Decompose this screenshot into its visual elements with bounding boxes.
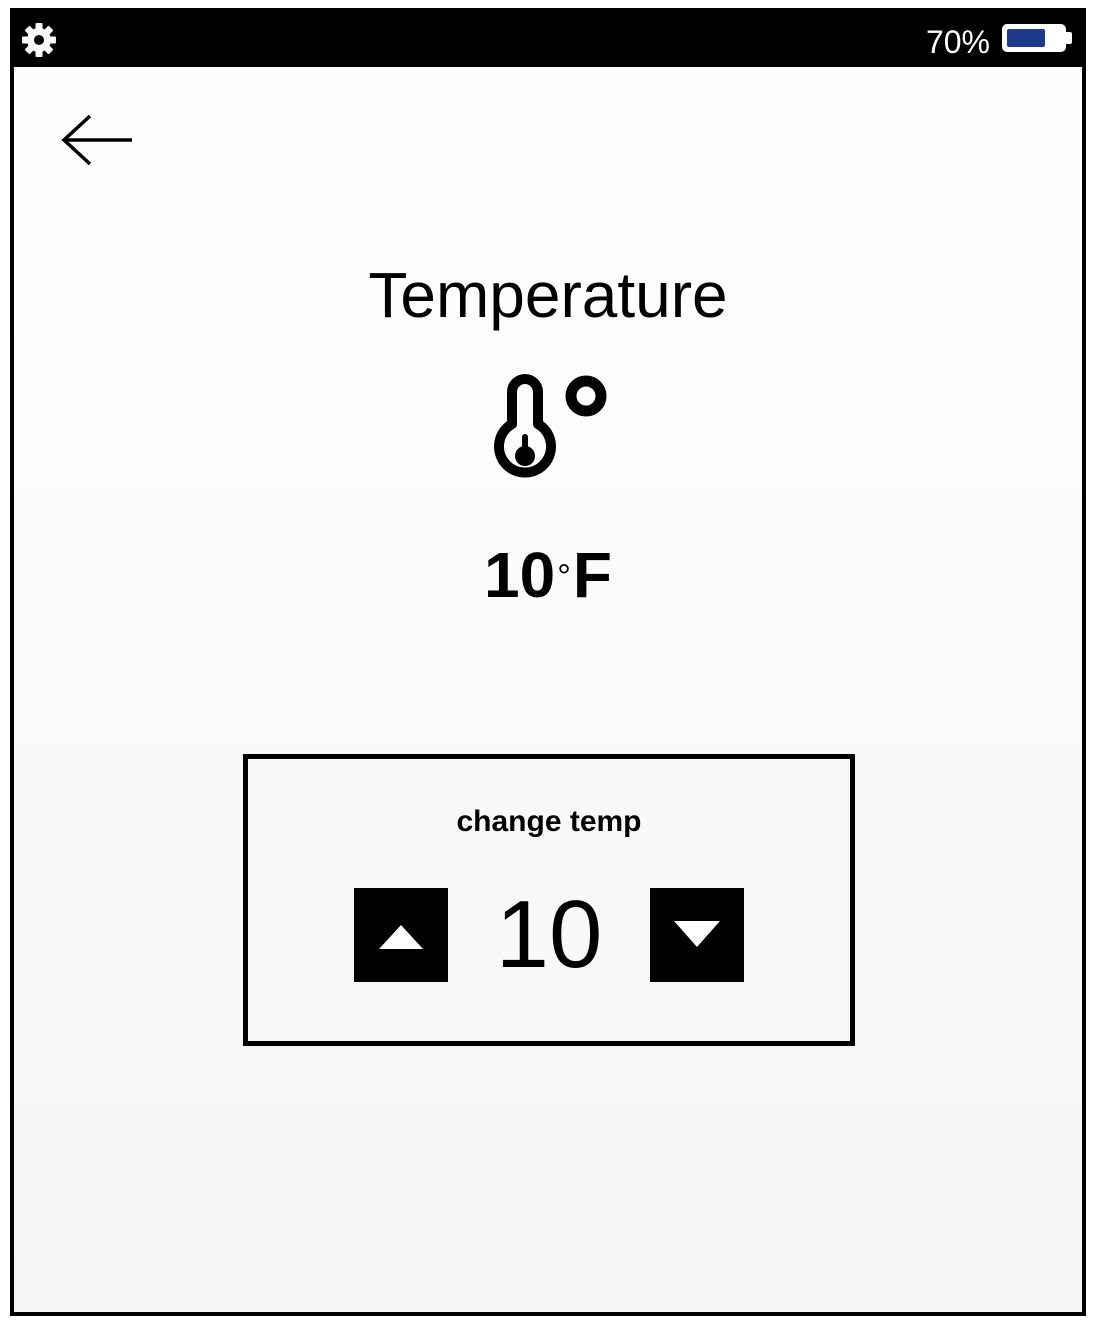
arrow-left-icon[interactable] [60,112,136,168]
status-bar: 70% [14,12,1082,67]
decrease-temp-button[interactable] [650,888,744,982]
triangle-up-icon [379,925,423,949]
current-temperature-value: 10 [484,539,556,611]
battery-percent: 70% [925,24,990,60]
temperature-unit: F [572,539,612,611]
thermometer-icon [490,370,612,490]
current-temperature: 10°F [14,540,1082,610]
page-title: Temperature [368,259,728,331]
battery-icon [1002,24,1066,52]
change-temp-label: change temp [456,805,642,838]
gear-icon[interactable] [20,21,58,59]
device-screen: 70% Temperature 10°F change temp 10 [10,8,1086,1316]
battery-nub [1066,32,1072,44]
temp-stepper-value: 10 [495,881,603,988]
increase-temp-button[interactable] [354,888,448,982]
triangle-down-icon [674,921,720,947]
battery-level-fill [1007,29,1045,47]
temperature-control-panel: change temp 10 [243,754,855,1046]
degree-symbol: ° [557,558,571,596]
